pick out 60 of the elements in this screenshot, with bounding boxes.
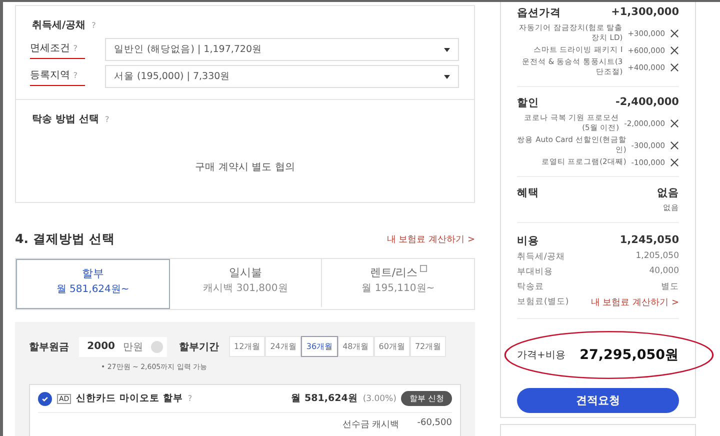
cost-label: 부대비용 — [517, 266, 553, 278]
group-total: 없음 — [657, 186, 679, 200]
close-icon[interactable] — [670, 62, 679, 72]
dropdown-arrow-icon — [444, 48, 450, 52]
group-title: 혜택 — [517, 186, 539, 200]
close-icon[interactable] — [670, 118, 679, 128]
help-icon[interactable]: ? — [92, 20, 96, 30]
cost-value: 40,000 — [649, 266, 679, 278]
period-button[interactable]: 12개월 — [229, 336, 266, 357]
cost-value: 별도 — [661, 281, 679, 293]
payment-tab[interactable]: 일시불 캐시백 301,800원 — [170, 259, 322, 307]
period-button[interactable]: 72개월 — [410, 336, 446, 357]
field-label: 할부기간 — [179, 340, 220, 354]
payment-tab[interactable]: 렌트/리스 월 195,110원~ — [322, 259, 474, 307]
close-icon[interactable] — [670, 140, 679, 150]
insurance-link[interactable]: 내 보험료 계산하기 > — [386, 233, 475, 246]
period-button[interactable]: 48개월 — [338, 336, 374, 357]
group-total: +1,300,000 — [611, 6, 679, 20]
total-amount: 27,295,050원 — [580, 346, 679, 364]
group-title: 옵션가격 — [517, 6, 561, 20]
period-button[interactable]: 36개월 — [301, 336, 338, 357]
group-title: 비용 — [517, 234, 539, 248]
cost-label: 탁송료 — [517, 281, 544, 293]
period-button[interactable]: 24개월 — [265, 336, 302, 357]
amount-field[interactable]: 2000 만원 — [79, 336, 167, 356]
help-icon[interactable]: ? — [104, 114, 110, 124]
field-label: 면세조건 ? — [30, 40, 85, 58]
field-label: 등록지역 ? — [30, 68, 85, 86]
close-icon[interactable] — [670, 46, 679, 54]
cost-label: 취득세/공채 — [517, 251, 565, 263]
interest-rate: (3.00%) — [362, 394, 396, 404]
quote-request-button[interactable]: 견적요청 — [517, 388, 679, 413]
delivery-note: 구매 계약시 별도 협의 — [194, 161, 296, 174]
payment-tab[interactable]: 할부 월 581,624원~ — [16, 259, 170, 309]
dropdown[interactable]: 서울 (195,000) | 7,330원 — [105, 65, 459, 88]
offer-name: 신한카드 마이오토 할부 — [76, 392, 183, 405]
line-amount: -60,500 — [417, 418, 452, 430]
cost-value: 1,205,050 — [636, 251, 679, 263]
group-title: 할인 — [517, 96, 539, 110]
field-label: 할부원금 — [29, 340, 70, 354]
total-label: 가격+비용 — [517, 349, 566, 362]
section-title: 취득세/공채 — [32, 19, 86, 32]
period-button[interactable]: 60개월 — [374, 336, 410, 357]
group-total: 1,245,050 — [620, 234, 679, 248]
info-icon[interactable] — [420, 265, 427, 272]
insurance-link[interactable]: 내 보험료 계산하기 > — [590, 296, 679, 309]
help-icon[interactable]: ? — [188, 394, 192, 403]
group-total: -2,400,000 — [616, 96, 679, 110]
dropdown-arrow-icon — [444, 74, 450, 78]
section-title: 탁송 방법 선택 — [32, 113, 99, 126]
section-title: 4. 결제방법 선택 — [15, 231, 116, 248]
monthly-payment: 월 581,624원 — [291, 392, 358, 405]
checkmark-icon — [41, 394, 49, 402]
line-label: 선수금 캐시백 — [342, 419, 400, 431]
close-icon[interactable] — [670, 158, 679, 166]
checkbox[interactable] — [38, 392, 52, 406]
apply-button[interactable]: 할부 신청 — [401, 391, 452, 406]
dropdown[interactable]: 일반인 (해당없음) | 1,197,720원 — [105, 38, 459, 61]
close-icon[interactable] — [670, 28, 679, 38]
cost-label: 보험료(별도) — [517, 296, 569, 309]
